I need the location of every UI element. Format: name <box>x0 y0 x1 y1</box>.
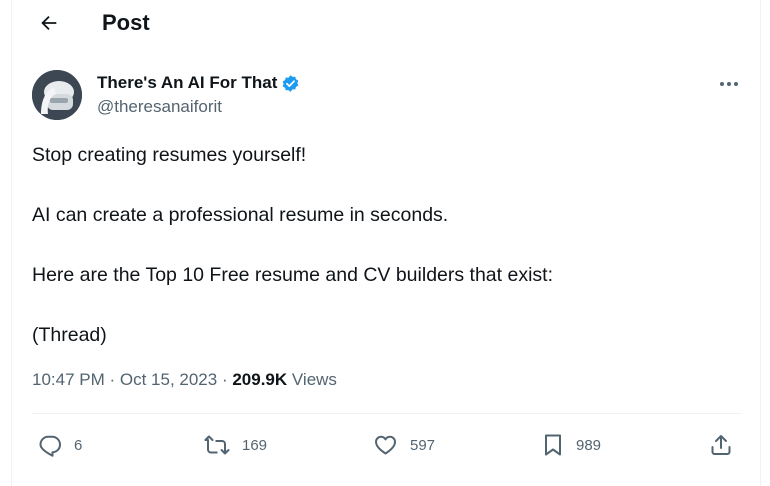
meta-separator: · <box>104 370 120 389</box>
reply-button[interactable]: 6 <box>38 428 82 462</box>
reply-count: 6 <box>74 436 83 454</box>
tweet-line: Here are the Top 10 Free resume and CV b… <box>32 264 553 286</box>
like-count: 597 <box>410 436 436 454</box>
like-button[interactable]: 597 <box>373 428 435 462</box>
tweet-text: Stop creating resumes yourself! AI can c… <box>32 140 732 380</box>
avatar[interactable] <box>32 70 82 120</box>
tweet-line: (Thread) <box>32 324 107 346</box>
tweet-date[interactable]: Oct 15, 2023 <box>120 370 217 389</box>
bookmark-count: 989 <box>576 436 602 454</box>
repost-icon <box>204 433 230 457</box>
repost-button[interactable]: 169 <box>204 428 267 462</box>
back-button[interactable] <box>32 6 66 40</box>
author-name-row: There's An AI For That <box>97 72 300 94</box>
arrow-left-icon <box>38 12 60 34</box>
share-button[interactable] <box>709 428 733 462</box>
bookmark-icon <box>542 433 564 457</box>
page-title: Post <box>102 10 150 35</box>
views-label: Views <box>291 370 337 389</box>
more-options-button[interactable] <box>712 70 746 98</box>
divider <box>32 413 742 414</box>
share-icon <box>709 433 733 457</box>
tweet-line: Stop creating resumes yourself! <box>32 144 307 166</box>
reply-icon <box>38 433 62 457</box>
bookmark-button[interactable]: 989 <box>542 428 601 462</box>
views-count: 209.9K <box>232 370 288 389</box>
author-handle[interactable]: @theresanaiforit <box>97 97 222 117</box>
more-horizontal-icon <box>719 81 739 87</box>
repost-count: 169 <box>242 436 268 454</box>
tweet-line: AI can create a professional resume in s… <box>32 204 449 226</box>
post-page: Post There's An AI For That @theresanaif… <box>11 0 761 486</box>
tweet-time[interactable]: 10:47 PM <box>32 370 105 389</box>
meta-separator: · <box>217 370 233 389</box>
tweet-meta: 10:47 PM · Oct 15, 2023 · 209.9K Views <box>32 370 337 390</box>
post-header: Post <box>12 0 760 48</box>
author-display-name[interactable]: There's An AI For That <box>97 73 277 93</box>
heart-icon <box>373 433 398 457</box>
verified-badge-icon <box>281 74 300 93</box>
